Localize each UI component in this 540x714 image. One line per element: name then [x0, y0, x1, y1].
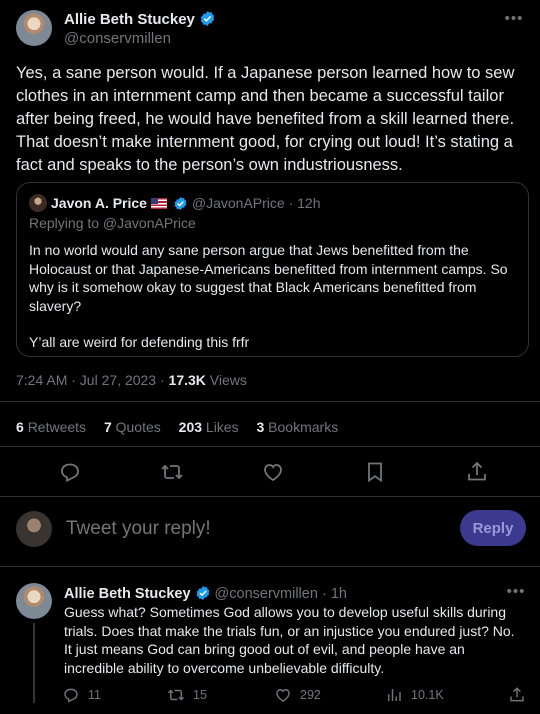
reply-author-name[interactable]: Allie Beth Stuckey	[64, 586, 191, 602]
tweet-actions	[0, 460, 540, 486]
quoted-tweet-header: Javon A. Price @JavonAPrice · 12h	[29, 193, 516, 213]
tweet-meta: 7:24 AM · Jul 27, 2023 · 17.3K Views	[16, 372, 247, 388]
quoted-tweet-text: In no world would any sane person argue …	[29, 242, 508, 314]
reply-button[interactable]: Reply	[460, 510, 526, 546]
replying-to: Replying to @JavonAPrice	[29, 215, 196, 231]
reply-icon	[64, 688, 78, 703]
views-action[interactable]: 10.1K	[385, 685, 444, 705]
retweet-icon[interactable]	[160, 460, 184, 484]
analytics-icon	[388, 689, 401, 701]
bookmarks-stat[interactable]: 3 Bookmarks	[256, 419, 338, 435]
quoted-tweet-text-2: Y’all are weird for defending this frfr	[29, 334, 250, 350]
author-name-link[interactable]: Allie Beth Stuckey	[64, 10, 216, 28]
us-flag-icon	[150, 198, 167, 209]
tweet-timestamp[interactable]: 7:24 AM · Jul 27, 2023 ·	[16, 372, 165, 388]
reply-composer: Reply	[16, 508, 526, 552]
quoted-author-name: Javon A. Price	[51, 195, 147, 211]
share-action[interactable]	[508, 685, 526, 705]
quoted-author-handle: @JavonAPrice	[191, 195, 285, 211]
divider	[0, 566, 540, 567]
views-count: 10.1K	[411, 688, 444, 702]
quotes-stat[interactable]: 7 Quotes	[104, 419, 161, 435]
retweets-label: Retweets	[27, 419, 87, 435]
retweets-stat[interactable]: 6 Retweets	[16, 419, 86, 435]
author-name: Allie Beth Stuckey	[64, 11, 195, 28]
reply-author-handle[interactable]: @conservmillen	[215, 586, 318, 602]
likes-count: 292	[300, 688, 321, 702]
divider	[0, 446, 540, 447]
reply-action[interactable]: 11	[62, 685, 101, 705]
tweet-stats: 6 Retweets 7 Quotes 203 Likes 3 Bookmark…	[16, 419, 352, 435]
likes-count: 203	[178, 419, 203, 435]
reply-icon[interactable]	[58, 460, 82, 484]
quoted-author-avatar	[29, 194, 47, 212]
reply-tweet-actions: 11 15 292 10.1K	[0, 685, 540, 705]
author-avatar[interactable]	[16, 10, 52, 46]
reply-author-avatar[interactable]	[16, 583, 52, 619]
more-options-icon[interactable]: •••	[506, 583, 526, 603]
bookmarks-count: 3	[256, 419, 265, 435]
tweet-text: Yes, a sane person would. If a Japanese …	[16, 64, 515, 174]
verified-badge-icon	[196, 586, 209, 600]
verified-badge-icon	[200, 11, 215, 26]
divider	[0, 496, 540, 497]
reply-tweet-text: Guess what? Sometimes God allows you to …	[64, 604, 515, 676]
quoted-tweet-time: 12h	[297, 195, 321, 211]
divider	[0, 401, 540, 402]
share-icon[interactable]	[465, 460, 489, 484]
likes-label: Likes	[205, 419, 239, 435]
like-action[interactable]: 292	[274, 685, 321, 705]
replies-count: 11	[88, 688, 101, 702]
reply-input[interactable]	[66, 518, 366, 540]
verified-badge-icon	[174, 196, 187, 211]
retweets-count: 6	[16, 419, 24, 435]
separator-dot: ·	[288, 195, 294, 211]
share-icon	[510, 687, 524, 702]
bookmark-icon[interactable]	[363, 460, 387, 484]
separator-dot: ·	[321, 586, 327, 602]
bookmarks-label: Bookmarks	[268, 419, 339, 435]
retweet-icon	[167, 689, 185, 701]
retweets-count: 15	[193, 688, 207, 702]
author-handle[interactable]: @conservmillen	[64, 30, 171, 47]
tweet-header: Allie Beth Stuckey @conservmillen •••	[16, 8, 524, 48]
reply-tweet-time[interactable]: 1h	[331, 586, 347, 602]
views-label: Views	[209, 372, 247, 388]
quotes-count: 7	[103, 419, 112, 435]
reply-tweet-header: Allie Beth Stuckey @conservmillen · 1h	[64, 585, 347, 602]
quotes-label: Quotes	[115, 419, 161, 435]
likes-stat[interactable]: 203 Likes	[179, 419, 239, 435]
quoted-tweet[interactable]: Javon A. Price @JavonAPrice · 12h Replyi…	[16, 182, 529, 357]
more-options-icon[interactable]: •••	[504, 10, 524, 30]
like-icon	[276, 689, 290, 702]
current-user-avatar[interactable]	[16, 511, 52, 547]
views-count: 17.3K	[168, 372, 206, 388]
retweet-action[interactable]: 15	[167, 685, 207, 705]
like-icon[interactable]	[261, 460, 285, 484]
